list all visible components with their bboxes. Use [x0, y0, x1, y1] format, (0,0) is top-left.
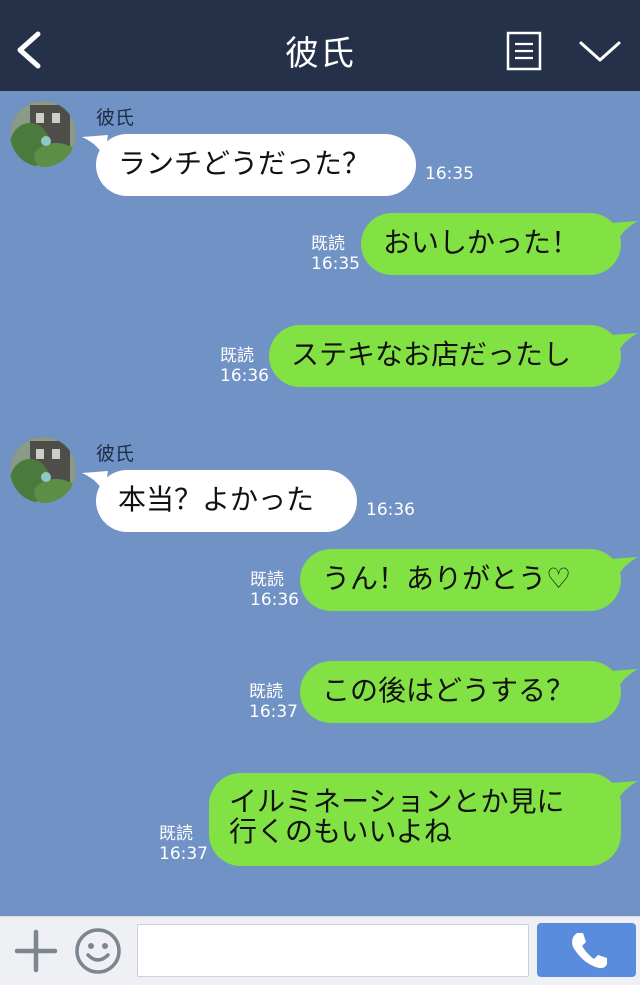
read-receipt: 既読	[159, 824, 193, 844]
message-time: 16:36	[220, 366, 269, 386]
plus-icon	[14, 929, 58, 973]
message-text: 本当？よかった	[118, 483, 315, 516]
message-text: ステキなお店だったし	[291, 338, 572, 371]
message-input[interactable]	[137, 924, 529, 977]
notes-icon	[506, 31, 542, 71]
smiley-icon	[75, 928, 121, 974]
message-time: 16:36	[250, 590, 299, 610]
sender-name: 彼氏	[96, 443, 135, 465]
read-receipt: 既読	[249, 682, 283, 702]
message-text: ランチどうだった？	[118, 147, 371, 180]
notes-button[interactable]	[506, 31, 542, 71]
message-bubble-outgoing[interactable]: イルミネーションとか見に 行くのもいいよね	[209, 773, 621, 866]
call-button[interactable]	[537, 923, 636, 977]
avatar[interactable]	[10, 437, 76, 503]
add-attachment-button[interactable]	[14, 929, 58, 973]
input-bar	[0, 916, 640, 985]
avatar-photo-icon	[10, 437, 76, 503]
message-time: 16:37	[249, 702, 298, 722]
sender-name: 彼氏	[96, 107, 135, 129]
menu-button[interactable]	[578, 38, 622, 66]
message-meta: 既読 16:36	[250, 570, 299, 610]
message-meta: 既読 16:37	[249, 682, 298, 722]
message-text: おいしかった！	[383, 226, 580, 259]
message-meta: 既読 16:37	[159, 824, 208, 864]
emoji-button[interactable]	[74, 927, 122, 975]
message-bubble-outgoing[interactable]: ステキなお店だったし	[269, 325, 621, 387]
message-bubble-outgoing[interactable]: うん！ありがとう♡	[300, 549, 621, 611]
avatar[interactable]	[10, 101, 76, 167]
bubble-tail	[610, 781, 638, 805]
bubble-tail	[610, 333, 638, 357]
message-meta: 既読 16:36	[220, 346, 269, 386]
message-bubble-incoming[interactable]: 本当？よかった	[96, 470, 357, 532]
message-time: 16:37	[159, 844, 208, 864]
read-receipt: 既読	[311, 234, 345, 254]
message-bubble-incoming[interactable]: ランチどうだった？	[96, 134, 416, 196]
phone-icon	[572, 933, 607, 969]
message-bubble-outgoing[interactable]: この後はどうする？	[300, 661, 621, 723]
chat-header: 彼氏	[0, 0, 640, 91]
message-text: うん！ありがとう♡	[322, 562, 572, 595]
bubble-tail	[610, 221, 638, 245]
message-bubble-outgoing[interactable]: おいしかった！	[361, 213, 621, 275]
bubble-tail	[610, 557, 638, 581]
message-text-line: 行くのもいいよね	[229, 815, 452, 848]
message-list[interactable]: 彼氏 ランチどうだった？ 16:35 既読 16:35 おいしかった！ 既読 1…	[0, 91, 640, 916]
message-text-line: イルミネーションとか見に	[229, 785, 565, 818]
message-text: この後はどうする？	[322, 674, 575, 707]
chat-title: 彼氏	[285, 34, 355, 74]
avatar-photo-icon	[10, 101, 76, 167]
message-meta: 既読 16:35	[311, 234, 360, 274]
read-receipt: 既読	[250, 570, 284, 590]
bubble-tail	[610, 669, 638, 693]
message-time: 16:35	[425, 164, 474, 184]
message-time: 16:36	[366, 500, 415, 520]
chevron-down-icon	[579, 41, 621, 62]
message-time: 16:35	[311, 254, 360, 274]
read-receipt: 既読	[220, 346, 254, 366]
